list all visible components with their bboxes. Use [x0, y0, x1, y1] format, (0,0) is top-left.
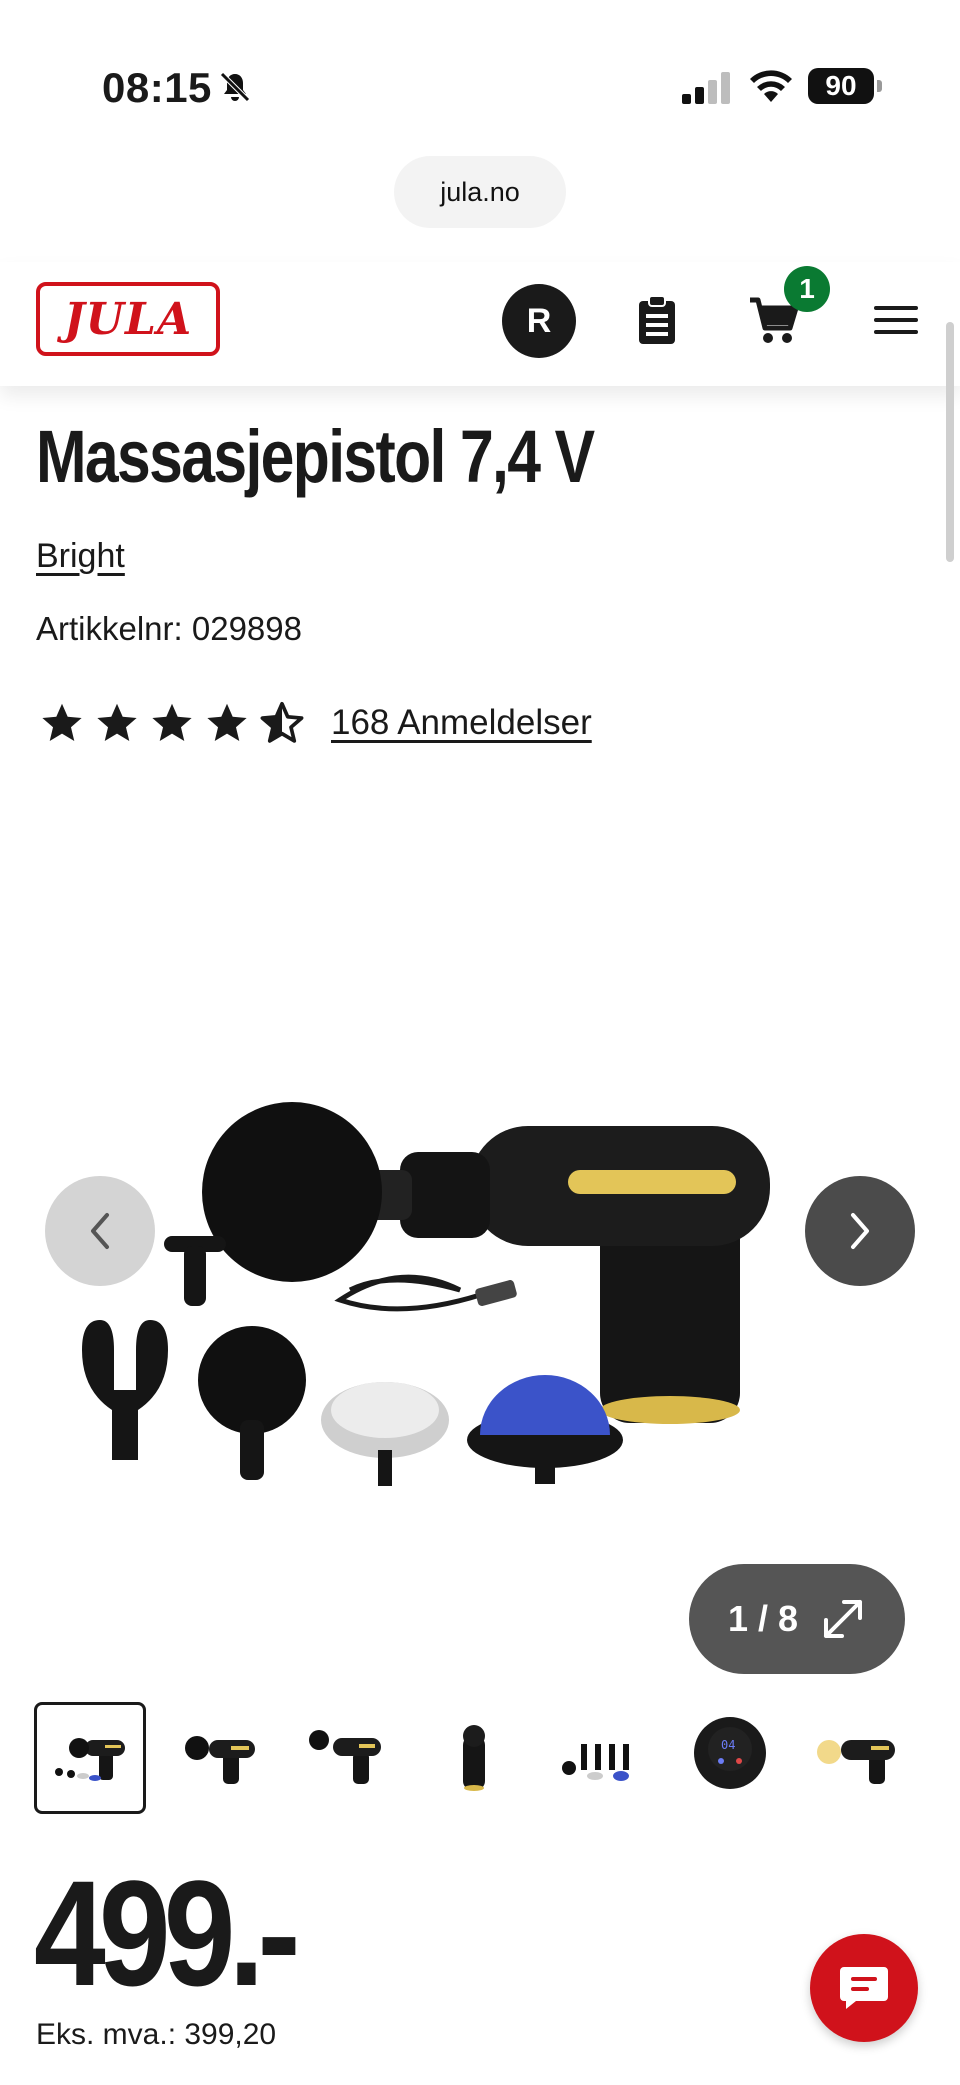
- battery-level: 90: [808, 68, 874, 104]
- thumbnail-6[interactable]: 04: [674, 1702, 786, 1814]
- product-title: Massasjepistol 7,4 V: [36, 415, 595, 498]
- thumbnail-image: [55, 1738, 125, 1781]
- url-bar[interactable]: jula.no: [394, 156, 566, 228]
- star-full-icon: [207, 703, 247, 741]
- gallery-counter: 1 / 8: [727, 1598, 799, 1639]
- thumbnail-4[interactable]: [418, 1702, 530, 1814]
- product-main-image[interactable]: [40, 930, 920, 1570]
- thumbnail-3[interactable]: [290, 1702, 402, 1814]
- rating-row[interactable]: 168 Anmeldelser: [40, 698, 592, 748]
- thumbnail-1[interactable]: [34, 1702, 146, 1814]
- reviews-link[interactable]: 168 Anmeldelser: [331, 703, 592, 743]
- thumbnail-image: 04: [694, 1717, 766, 1789]
- site-header: JULA R 1: [0, 262, 960, 386]
- star-half-icon: [260, 701, 304, 743]
- gallery-next-button[interactable]: [805, 1176, 915, 1286]
- hamburger-menu-icon[interactable]: [874, 304, 918, 336]
- product-gallery: 1 / 8: [0, 790, 960, 1690]
- jula-logo[interactable]: JULA: [36, 282, 220, 356]
- status-bar: 08:15 90: [0, 0, 960, 150]
- thumbnail-2[interactable]: [162, 1702, 274, 1814]
- gallery-counter-fullscreen-button[interactable]: 1 / 8: [689, 1564, 905, 1674]
- battery-tip: [877, 80, 882, 92]
- star-full-icon: [97, 703, 137, 741]
- brand-link[interactable]: Bright: [36, 537, 125, 576]
- thumbnail-7[interactable]: [802, 1702, 914, 1814]
- bell-muted-icon: [220, 72, 250, 102]
- account-avatar-button[interactable]: R: [502, 284, 576, 358]
- thumbnail-image: [817, 1740, 895, 1784]
- battery-indicator: 90: [808, 68, 882, 104]
- price-excl-vat: Eks. mva.: 399,20: [36, 2018, 277, 2051]
- thumbnail-image: [185, 1736, 255, 1784]
- gallery-prev-button[interactable]: [45, 1176, 155, 1286]
- chevron-left-icon: [91, 1213, 109, 1249]
- shopping-list-icon[interactable]: [636, 294, 678, 346]
- star-full-icon: [42, 703, 82, 741]
- star-full-icon: [152, 703, 192, 741]
- thumbnail-image: [309, 1730, 381, 1784]
- product-price: 499.-: [34, 1849, 301, 2017]
- status-time: 08:15: [102, 64, 212, 111]
- logo-text: JULA: [63, 293, 193, 345]
- expand-icon: [824, 1600, 863, 1638]
- logo-inner: JULA: [44, 290, 212, 348]
- wifi-icon: [750, 70, 792, 102]
- thumbnail-5[interactable]: [546, 1702, 658, 1814]
- thumbnail-image: [463, 1725, 485, 1791]
- cart-count-badge: 1: [784, 266, 830, 312]
- cellular-signal-icon: [682, 72, 730, 104]
- chevron-right-icon: [851, 1213, 869, 1249]
- chat-button[interactable]: [810, 1934, 918, 2042]
- svg-text:04: 04: [721, 1738, 735, 1752]
- article-number: Artikkelnr: 029898: [36, 610, 302, 647]
- thumbnail-image: [562, 1744, 629, 1781]
- page-scrollbar[interactable]: [946, 322, 954, 562]
- thumbnail-strip: 04: [34, 1702, 934, 1814]
- chat-icon: [840, 1967, 888, 2009]
